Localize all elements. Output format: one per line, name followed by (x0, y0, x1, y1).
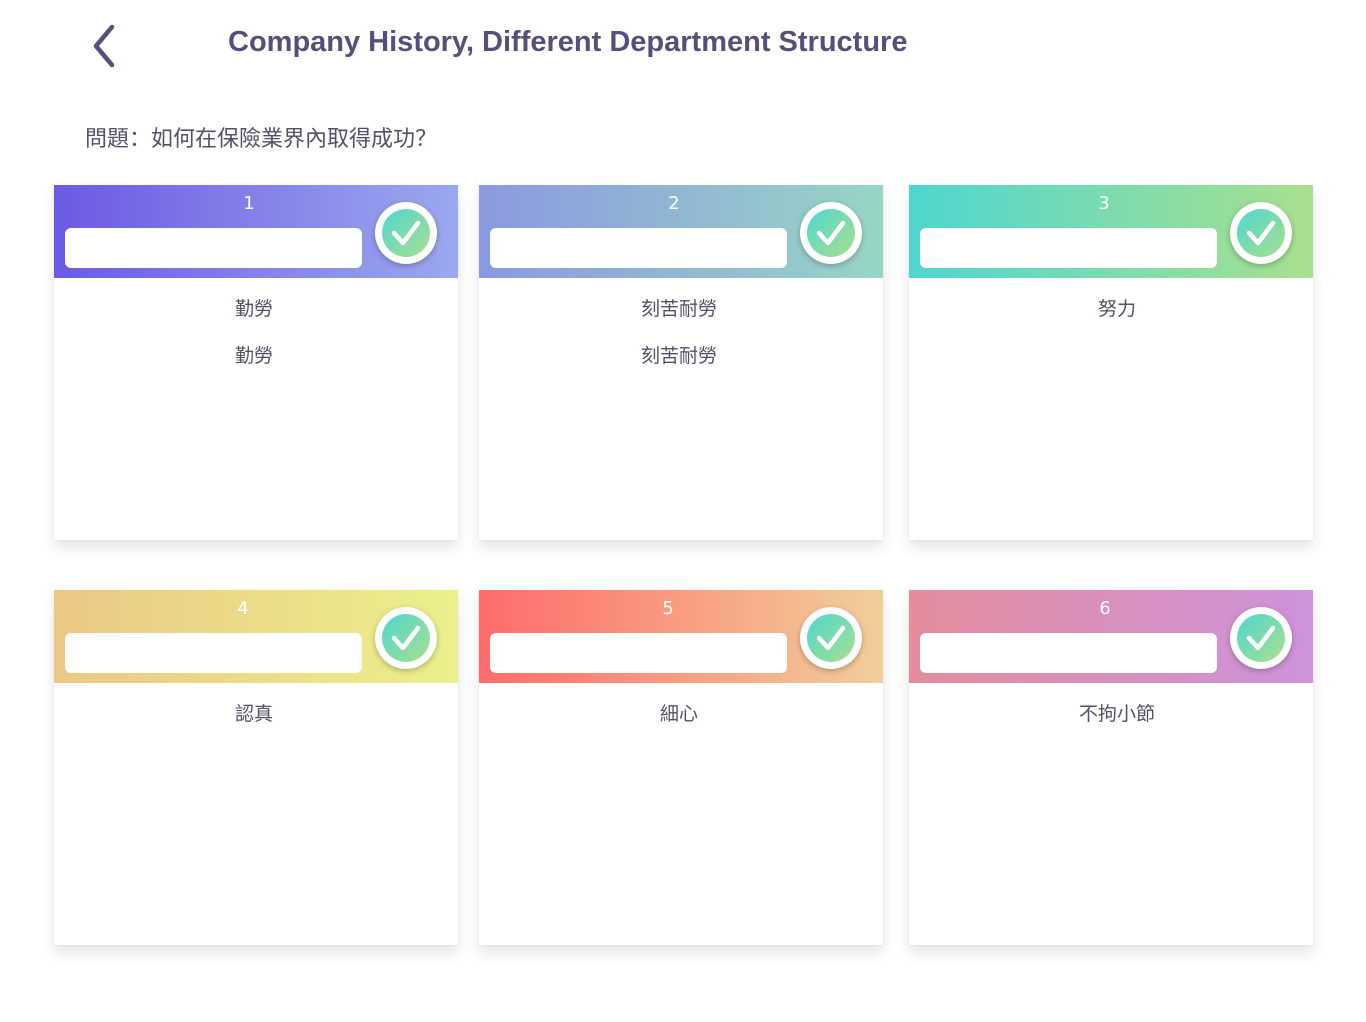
answer-card-4: 4 認真 (54, 590, 458, 945)
submit-check-button[interactable] (1230, 202, 1292, 264)
card-number: 4 (237, 598, 249, 619)
page-title: Company History, Different Department St… (228, 26, 908, 58)
answer-item: 勤勞 (234, 345, 273, 367)
card-header: 2 (479, 185, 883, 278)
answer-card-2: 2 刻苦耐勞 刻苦耐勞 (479, 185, 883, 540)
check-circle-icon (806, 613, 856, 663)
answer-card-1: 1 勤勞 勤勞 (54, 185, 458, 540)
back-button[interactable] (84, 22, 124, 70)
answer-input[interactable] (65, 228, 362, 268)
card-header: 5 (479, 590, 883, 683)
question-text: 問題：如何在保險業界內取得成功？ (85, 127, 438, 152)
card-number: 5 (662, 598, 674, 619)
answer-input[interactable] (920, 228, 1217, 268)
submit-check-button[interactable] (800, 607, 862, 669)
card-answers: 勤勞 勤勞 (54, 295, 454, 389)
card-answers: 認真 (54, 700, 454, 747)
check-circle-icon (1236, 208, 1286, 258)
answer-item: 刻苦耐勞 (640, 345, 717, 367)
check-circle-icon (806, 208, 856, 258)
answer-card-5: 5 細心 (479, 590, 883, 945)
submit-check-button[interactable] (375, 202, 437, 264)
check-circle-icon (381, 613, 431, 663)
answer-input[interactable] (920, 633, 1217, 673)
answer-item: 不拘小節 (1078, 703, 1155, 725)
submit-check-button[interactable] (1230, 607, 1292, 669)
answer-item: 勤勞 (234, 298, 273, 320)
answer-input[interactable] (65, 633, 362, 673)
card-header: 6 (909, 590, 1313, 683)
card-answers: 刻苦耐勞 刻苦耐勞 (479, 295, 879, 389)
card-header: 3 (909, 185, 1313, 278)
submit-check-button[interactable] (800, 202, 862, 264)
check-circle-icon (1236, 613, 1286, 663)
answer-card-6: 6 不拘小節 (909, 590, 1313, 945)
card-answers: 努力 (917, 295, 1317, 342)
answer-item: 認真 (234, 703, 273, 725)
answer-item: 刻苦耐勞 (640, 298, 717, 320)
answer-item: 努力 (1097, 298, 1136, 320)
card-header: 1 (54, 185, 458, 278)
answer-card-3: 3 努力 (909, 185, 1313, 540)
chevron-left-icon (93, 24, 115, 68)
check-circle-icon (381, 208, 431, 258)
card-answers: 不拘小節 (917, 700, 1317, 747)
submit-check-button[interactable] (375, 607, 437, 669)
answer-input[interactable] (490, 228, 787, 268)
answer-input[interactable] (490, 633, 787, 673)
card-answers: 細心 (479, 700, 879, 747)
answer-item: 細心 (659, 703, 698, 725)
card-header: 4 (54, 590, 458, 683)
